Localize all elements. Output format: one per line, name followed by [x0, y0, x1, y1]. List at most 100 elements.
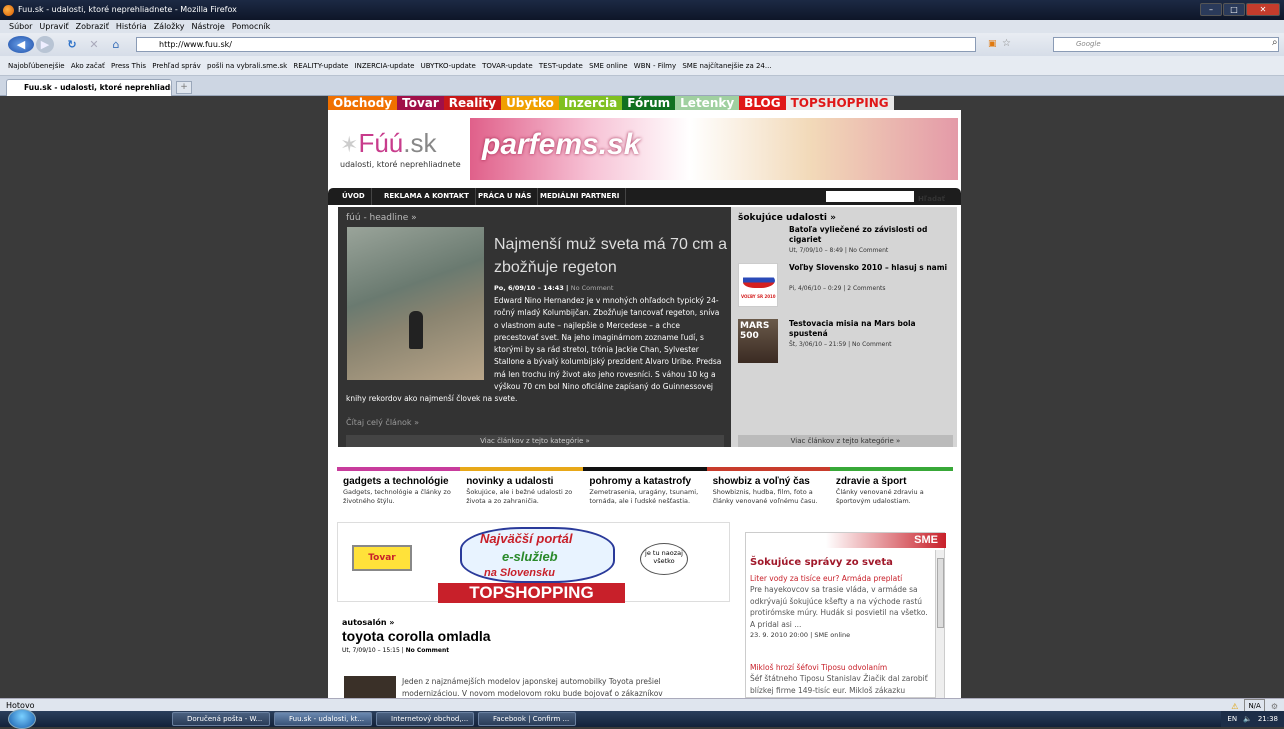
- shocking-title[interactable]: šokujúce udalosti »: [738, 213, 836, 223]
- new-tab-button[interactable]: +: [176, 81, 192, 94]
- sme-logo[interactable]: SME: [914, 534, 938, 546]
- start-button[interactable]: [8, 709, 36, 729]
- tab-fuu[interactable]: Fuu.sk - udalosti, ktoré neprehliadnete: [6, 79, 172, 96]
- search-icon[interactable]: ⌕: [1272, 37, 1278, 48]
- back-button[interactable]: ◀: [8, 36, 34, 53]
- slovakia-map-image[interactable]: VOĽBY SR 2010: [738, 263, 778, 307]
- category-novinky[interactable]: novinky a udalosti Šokujúce, ale i bežné …: [460, 467, 584, 523]
- bookmark-item[interactable]: Ako začať: [71, 62, 105, 70]
- article-title[interactable]: toyota corolla omladla: [342, 628, 722, 644]
- shocking-item-title[interactable]: Testovacia misia na Mars bola spustená: [789, 319, 953, 339]
- language-indicator[interactable]: EN: [1227, 715, 1237, 723]
- bookmark-star-icon[interactable]: ☆: [1002, 38, 1011, 49]
- bookmark-item[interactable]: Press This: [111, 62, 146, 70]
- portal-link-reality[interactable]: Reality: [443, 96, 502, 110]
- headline-comments[interactable]: No Comment: [571, 284, 614, 292]
- sme-article-text: Šéf štátneho Tiposu Stanislav Žiačik dal…: [750, 674, 928, 698]
- more-articles-link[interactable]: Viac článkov z tejto kategórie »: [346, 435, 724, 447]
- sme-article-headline[interactable]: Mikloš hrozí šéfovi Tiposu odvolaním: [750, 662, 932, 673]
- nav-reklama[interactable]: REKLAMA A KONTAKT: [378, 188, 476, 205]
- stop-icon[interactable]: ✕: [86, 36, 102, 53]
- bookmark-item[interactable]: WBN - Filmy: [634, 62, 676, 70]
- bookmark-item[interactable]: SME online: [589, 62, 627, 70]
- reload-icon[interactable]: ↻: [64, 36, 80, 53]
- portal-link-obchody[interactable]: Obchody: [328, 96, 398, 110]
- menu-file[interactable]: Súbor: [9, 20, 32, 33]
- site-search-button[interactable]: Hľadať: [918, 191, 945, 208]
- bookmark-item[interactable]: REALITY-update: [293, 62, 348, 70]
- portal-link-inzercia[interactable]: Inzercia: [558, 96, 623, 110]
- bookmark-item[interactable]: INZERCIA-update: [355, 62, 415, 70]
- close-button[interactable]: ✕: [1246, 3, 1280, 16]
- headline-category[interactable]: fúú - headline »: [346, 213, 417, 223]
- star-icon: ✶: [340, 132, 359, 157]
- portal-link-tovar[interactable]: Tovar: [397, 96, 444, 110]
- minimize-button[interactable]: –: [1200, 3, 1222, 16]
- portal-link-letenky[interactable]: Letenky: [675, 96, 740, 110]
- firefox-logo-icon: [3, 5, 14, 16]
- autosalon-article: autosalón » toyota corolla omladla Ut, 7…: [342, 618, 722, 654]
- list-item: Mikloš hrozí šéfovi Tiposu odvolaním Šéf…: [750, 662, 932, 698]
- category-zdravie[interactable]: zdravie a šport Články venované zdraviu a…: [829, 467, 954, 523]
- portal-link-blog[interactable]: BLOG: [739, 96, 786, 110]
- bookmark-item[interactable]: pošli na vybrali.sme.sk: [207, 62, 287, 70]
- read-more-link[interactable]: Čítaj celý článok »: [346, 418, 419, 427]
- bookmark-item[interactable]: Najobľúbenejšie: [8, 62, 65, 70]
- portal-link-ubytko[interactable]: Ubytko: [501, 96, 559, 110]
- bookmark-item[interactable]: Prehľad správ: [152, 62, 201, 70]
- bookmark-item[interactable]: TOVAR-update: [482, 62, 533, 70]
- promo-tovar-sign: Tovar: [352, 545, 412, 571]
- menu-view[interactable]: Zobraziť: [76, 20, 109, 33]
- menu-tools[interactable]: Nástroje: [191, 20, 224, 33]
- category-pohromy[interactable]: pohromy a katastrofy Zemetrasenia, uragán…: [583, 467, 707, 523]
- article-category[interactable]: autosalón »: [342, 618, 722, 627]
- category-title[interactable]: showbiz a voľný čas: [713, 476, 830, 487]
- home-icon[interactable]: ⌂: [108, 36, 124, 53]
- portal-link-forum[interactable]: Fórum: [622, 96, 676, 110]
- article-image[interactable]: [344, 676, 396, 698]
- search-input[interactable]: Google: [1053, 37, 1279, 52]
- category-gadgets[interactable]: gadgets a technológie Gadgets, technológi…: [337, 467, 461, 523]
- category-title[interactable]: gadgets a technológie: [343, 476, 460, 487]
- bookmark-item[interactable]: SME najčítanejšie za 24...: [682, 62, 771, 70]
- sme-article-headline[interactable]: Liter vody za tisíce eur? Armáda preplat…: [750, 573, 932, 584]
- sme-scrollbar[interactable]: [935, 550, 944, 698]
- headline-title[interactable]: Najmenší muž sveta má 70 cm a zbožňuje r…: [494, 233, 730, 279]
- rss-feed-icon[interactable]: ▣: [988, 39, 997, 49]
- menu-bookmarks[interactable]: Záložky: [154, 20, 185, 33]
- menu-history[interactable]: História: [116, 20, 147, 33]
- clock[interactable]: 21:38: [1258, 715, 1278, 723]
- more-articles-link[interactable]: Viac článkov z tejto kategórie »: [738, 435, 953, 447]
- category-title[interactable]: zdravie a šport: [836, 476, 953, 487]
- article-comments[interactable]: No Comment: [406, 647, 449, 654]
- maximize-button[interactable]: □: [1223, 3, 1245, 16]
- url-input[interactable]: http://www.fuu.sk/: [136, 37, 976, 52]
- topshopping-promo-banner[interactable]: Tovar Najväčší portál e-služieb na Slove…: [337, 522, 730, 603]
- nav-praca[interactable]: PRÁCA U NÁS: [472, 188, 539, 205]
- nav-partneri[interactable]: MEDIÁLNI PARTNERI: [534, 188, 627, 205]
- mars-image[interactable]: MARS 500: [738, 319, 778, 363]
- bookmark-item[interactable]: UBYTKO-update: [421, 62, 476, 70]
- taskbar-button[interactable]: Facebook | Confirm ...: [478, 712, 576, 726]
- menu-edit[interactable]: Upraviť: [39, 20, 68, 33]
- category-title[interactable]: pohromy a katastrofy: [589, 476, 706, 487]
- ad-banner[interactable]: parfems.sk: [470, 118, 958, 180]
- volume-icon[interactable]: 🔈: [1243, 715, 1252, 723]
- sme-scroll-thumb[interactable]: [937, 558, 944, 628]
- taskbar-button[interactable]: Fuu.sk - udalosti, kt...: [274, 712, 372, 726]
- category-title[interactable]: novinky a udalosti: [466, 476, 583, 487]
- bookmark-item[interactable]: TEST-update: [539, 62, 583, 70]
- forward-button[interactable]: ▶: [36, 36, 54, 53]
- nav-uvod[interactable]: ÚVOD: [336, 188, 372, 205]
- taskbar-button[interactable]: Doručená pošta - W...: [172, 712, 270, 726]
- shocking-item-title[interactable]: Voľby Slovensko 2010 – hlasuj s nami: [789, 263, 947, 273]
- list-item: Liter vody za tisíce eur? Armáda preplat…: [750, 573, 932, 641]
- bookmarks-toolbar: Najobľúbenejšie Ako začať Press This Pre…: [0, 56, 1284, 76]
- portal-link-topshopping[interactable]: TOPSHOPPING: [785, 96, 894, 110]
- menu-help[interactable]: Pomocník: [232, 20, 270, 33]
- site-search-input[interactable]: [826, 191, 914, 202]
- category-showbiz[interactable]: showbiz a voľný čas Showbiznis, hudba, fi…: [706, 467, 830, 523]
- shocking-item-meta: Pi, 4/06/10 – 0:29 | 2 Comments: [789, 285, 886, 292]
- taskbar-button[interactable]: Internetový obchod,...: [376, 712, 474, 726]
- shocking-item-title[interactable]: Batoľa vyliečené zo závislosti od cigari…: [789, 225, 953, 245]
